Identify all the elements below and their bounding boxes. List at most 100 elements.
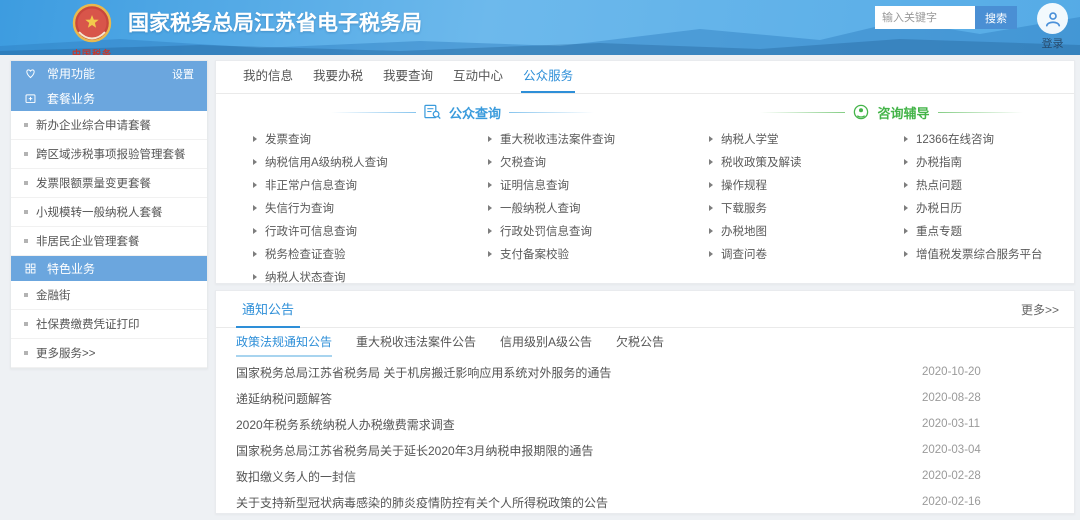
notice-title-text: 递延纳税问题解答 (236, 390, 332, 407)
query-link[interactable]: 失信行为查询 (253, 196, 488, 219)
consult-link[interactable]: 办税日历 (904, 196, 1074, 219)
sidebar-item[interactable]: 更多服务>> (11, 339, 207, 368)
query-link[interactable]: 非正常户信息查询 (253, 173, 488, 196)
sidebar-group-package[interactable]: 套餐业务 (11, 86, 207, 111)
consult-link[interactable]: 下载服务 (709, 196, 904, 219)
query-link[interactable]: 证明信息查询 (488, 173, 708, 196)
sidebar-item[interactable]: 小规模转一般纳税人套餐 (11, 198, 207, 227)
query-link[interactable]: 欠税查询 (488, 150, 708, 173)
consult-link-label: 纳税人学堂 (721, 131, 779, 147)
sidebar-item-label: 社保费缴费凭证打印 (36, 316, 140, 332)
login-area[interactable]: 登录 (1037, 3, 1068, 51)
notices-title-tab[interactable]: 通知公告 (236, 291, 300, 328)
arrow-bullet-icon (488, 228, 492, 234)
nav-tab[interactable]: 互动中心 (451, 61, 505, 93)
consult-link-label: 重点专题 (916, 223, 962, 239)
query-link[interactable]: 税务检查证查验 (253, 242, 488, 265)
sidebar-item-label: 更多服务>> (36, 345, 95, 361)
sidebar-item[interactable]: 非居民企业管理套餐 (11, 227, 207, 256)
sidebar-item[interactable]: 跨区域涉税事项报验管理套餐 (11, 140, 207, 169)
consult-link[interactable]: 操作规程 (709, 173, 904, 196)
nav-tab[interactable]: 公众服务 (521, 61, 575, 93)
notice-list: 国家税务总局江苏省税务局 关于机房搬迁影响应用系统对外服务的通告 2020-10… (216, 357, 1074, 515)
notice-row[interactable]: 国家税务总局江苏省税务局关于延长2020年3月纳税申报期限的通告 2020-03… (216, 437, 1074, 463)
notice-tab[interactable]: 欠税公告 (616, 328, 664, 357)
login-link[interactable]: 登录 (1042, 35, 1064, 51)
consult-link[interactable]: 办税指南 (904, 150, 1074, 173)
notice-row[interactable]: 2020年税务系统纳税人办税缴费需求调查 2020-03-11 (216, 411, 1074, 437)
sidebar-special-list: 金融街 社保费缴费凭证打印 更多服务>> (11, 281, 207, 368)
query-link[interactable]: 支付备案校验 (488, 242, 708, 265)
consult-link-label: 税收政策及解读 (721, 154, 802, 170)
arrow-bullet-icon (904, 136, 908, 142)
arrow-bullet-icon (488, 159, 492, 165)
query-link[interactable]: 行政许可信息查询 (253, 219, 488, 242)
consult-link[interactable]: 重点专题 (904, 219, 1074, 242)
consult-link[interactable]: 增值税发票综合服务平台 (904, 242, 1074, 265)
notice-row[interactable]: 国家税务总局江苏省税务局 关于机房搬迁影响应用系统对外服务的通告 2020-10… (216, 359, 1074, 385)
sidebar-item[interactable]: 社保费缴费凭证打印 (11, 310, 207, 339)
package-icon (24, 92, 37, 105)
notice-tab[interactable]: 信用级别A级公告 (500, 328, 592, 357)
arrow-bullet-icon (709, 205, 713, 211)
query-link[interactable]: 纳税信用A级纳税人查询 (253, 150, 488, 173)
arrow-bullet-icon (904, 251, 908, 257)
sidebar-item-label: 新办企业综合申请套餐 (36, 117, 151, 133)
consult-links-col2: 12366在线咨询 办税指南 热点问题 (904, 127, 1074, 265)
nav-tab[interactable]: 我要查询 (381, 61, 435, 93)
arrow-bullet-icon (709, 159, 713, 165)
nav-tab[interactable]: 我的信息 (241, 61, 295, 93)
arrow-bullet-icon (488, 205, 492, 211)
consult-link[interactable]: 纳税人学堂 (709, 127, 904, 150)
sidebar-common-label: 常用功能 (47, 65, 95, 82)
arrow-bullet-icon (253, 274, 257, 280)
more-link[interactable]: 更多>> (1021, 301, 1059, 318)
settings-link[interactable]: 设置 (172, 66, 194, 82)
nav-tab[interactable]: 我要办税 (311, 61, 365, 93)
consult-person-icon (853, 104, 869, 120)
search-input[interactable] (875, 6, 975, 29)
query-doc-magnifier-icon (424, 104, 441, 120)
consult-link[interactable]: 热点问题 (904, 173, 1074, 196)
notice-title-text: 致扣缴义务人的一封信 (236, 468, 356, 485)
national-emblem-logo: 中国税务 (66, 3, 118, 55)
consult-links-col1: 纳税人学堂 税收政策及解读 操作规程 (709, 127, 904, 265)
query-link-label: 重大税收违法案件查询 (500, 131, 615, 147)
search-button[interactable]: 搜索 (975, 6, 1017, 29)
query-link[interactable]: 一般纳税人查询 (488, 196, 708, 219)
sidebar-common-functions[interactable]: 常用功能 设置 (11, 61, 207, 86)
main-nav-tabs: 我的信息 我要办税 我要查询 互动中心 公众服务 (216, 61, 1074, 94)
arrow-bullet-icon (488, 251, 492, 257)
consult-link[interactable]: 办税地图 (709, 219, 904, 242)
consult-link-label: 办税地图 (721, 223, 767, 239)
query-link-label: 失信行为查询 (265, 200, 334, 216)
notice-tab[interactable]: 政策法规通知公告 (236, 328, 332, 357)
notice-row[interactable]: 关于支持新型冠状病毒感染的肺炎疫情防控有关个人所得税政策的公告 2020-02-… (216, 489, 1074, 515)
divider-line (509, 112, 594, 113)
notice-tab[interactable]: 重大税收违法案件公告 (356, 328, 476, 357)
query-link[interactable]: 重大税收违法案件查询 (488, 127, 708, 150)
sidebar-item[interactable]: 发票限额票量变更套餐 (11, 169, 207, 198)
query-link-label: 非正常户信息查询 (265, 177, 357, 193)
consult-link-label: 调查问卷 (721, 246, 767, 262)
sidebar-group-special[interactable]: 特色业务 (11, 256, 207, 281)
site-title: 国家税务总局江苏省电子税务局 (128, 3, 422, 45)
sidebar-special-label: 特色业务 (47, 260, 95, 277)
consult-link[interactable]: 12366在线咨询 (904, 127, 1074, 150)
query-link[interactable]: 行政处罚信息查询 (488, 219, 708, 242)
sidebar-item[interactable]: 金融街 (11, 281, 207, 310)
notice-title-text: 2020年税务系统纳税人办税缴费需求调查 (236, 416, 455, 433)
main-services-card: 我的信息 我要办税 我要查询 互动中心 公众服务 公众查询 (215, 60, 1075, 284)
consult-link[interactable]: 调查问卷 (709, 242, 904, 265)
query-link[interactable]: 纳税人状态查询 (253, 265, 488, 288)
query-link-label: 行政许可信息查询 (265, 223, 357, 239)
user-avatar-icon[interactable] (1037, 3, 1068, 34)
notice-row[interactable]: 递延纳税问题解答 2020-08-28 (216, 385, 1074, 411)
query-link[interactable]: 发票查询 (253, 127, 488, 150)
arrow-bullet-icon (253, 182, 257, 188)
arrow-bullet-icon (709, 136, 713, 142)
square-bullet-icon (24, 293, 28, 297)
consult-link[interactable]: 税收政策及解读 (709, 150, 904, 173)
notice-row[interactable]: 致扣缴义务人的一封信 2020-02-28 (216, 463, 1074, 489)
sidebar-item[interactable]: 新办企业综合申请套餐 (11, 111, 207, 140)
